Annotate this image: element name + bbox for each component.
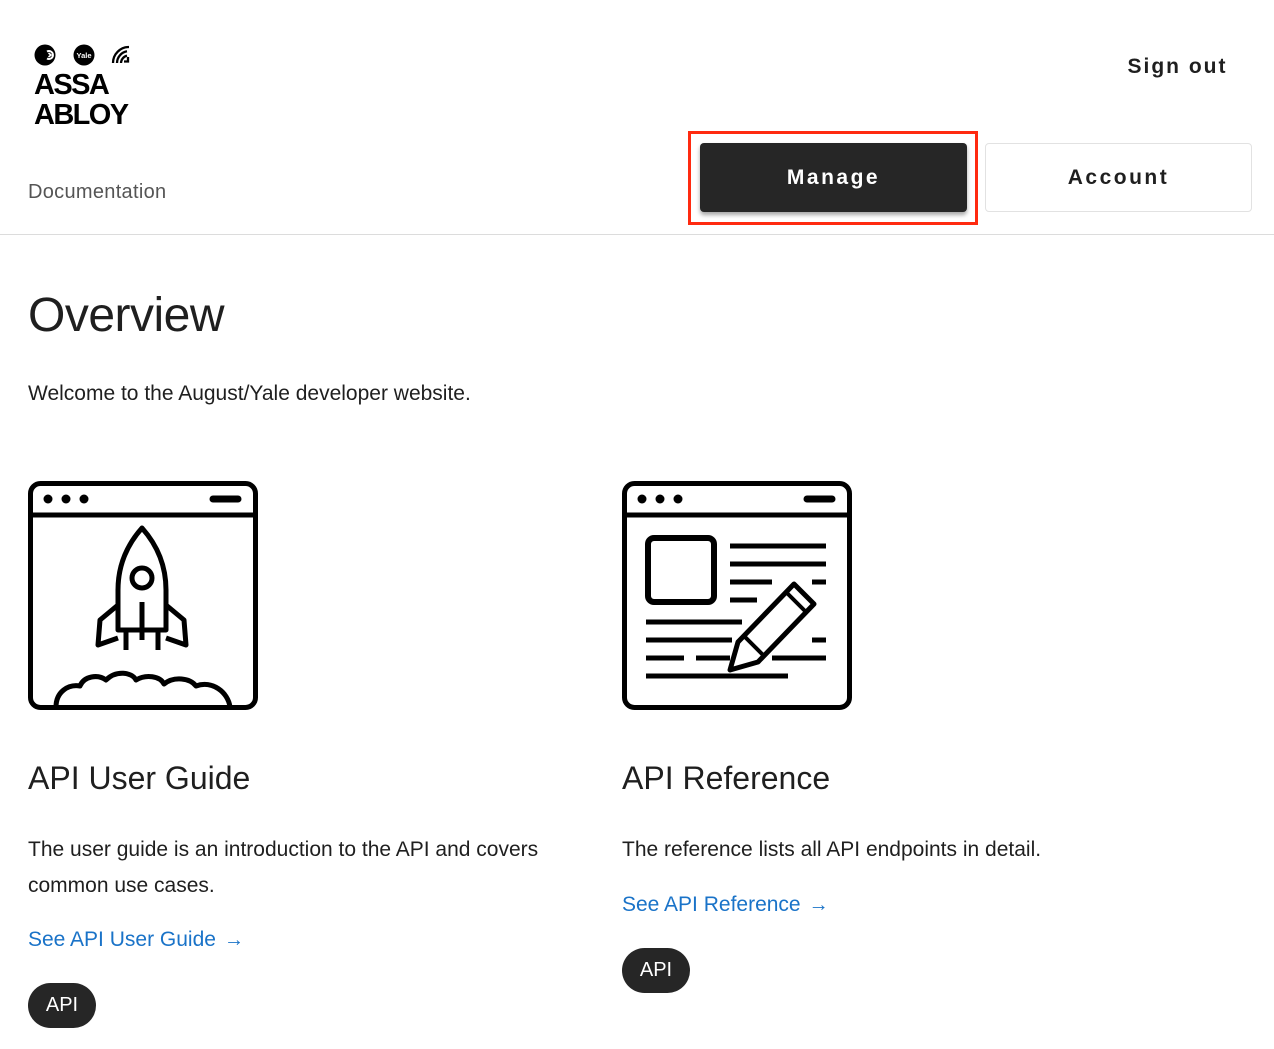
document-edit-browser-icon — [622, 481, 852, 710]
page-title: Overview — [28, 289, 225, 342]
card-title: API User Guide — [28, 760, 251, 796]
arrow-right-icon: → — [808, 894, 829, 916]
card-title: API Reference — [622, 760, 831, 796]
card-api-user-guide: API User Guide The user guide is an intr… — [28, 480, 588, 1028]
logo-wordmark: ASSA ABLOY — [34, 69, 129, 131]
card-description: The reference lists all API endpoints in… — [622, 838, 1042, 861]
tab-account-button[interactable]: Account — [985, 143, 1252, 212]
welcome-text: Welcome to the August/Yale developer web… — [28, 382, 471, 405]
see-api-user-guide-link[interactable]: See API User Guide → — [28, 928, 244, 952]
tab-manage-button[interactable]: Manage — [700, 143, 967, 212]
arrow-right-icon: → — [223, 929, 244, 951]
see-api-reference-link[interactable]: See API Reference → — [622, 893, 829, 917]
assa-abloy-logo[interactable]: Yale ASSA ABLOY — [34, 44, 204, 130]
card-description: The user guide is an introduction to the… — [28, 838, 539, 897]
site-header: Yale ASSA ABLOY Sign out Documentation M… — [0, 0, 1274, 235]
yale-badge-text: Yale — [76, 51, 91, 60]
august-logo-icon — [34, 44, 56, 66]
link-label: See API Reference — [622, 893, 801, 916]
api-tag[interactable]: API — [28, 983, 96, 1028]
card-api-reference: API Reference The reference lists all AP… — [622, 480, 1182, 993]
api-tag[interactable]: API — [622, 948, 690, 993]
nav-documentation-link[interactable]: Documentation — [28, 181, 166, 204]
yale-logo-icon: Yale — [73, 44, 95, 66]
link-label: See API User Guide — [28, 928, 216, 951]
wireless-logo-icon — [111, 45, 130, 64]
sign-out-button[interactable]: Sign out — [1110, 50, 1245, 84]
rocket-browser-icon — [28, 481, 258, 710]
logo-brand-icons: Yale — [34, 44, 204, 66]
